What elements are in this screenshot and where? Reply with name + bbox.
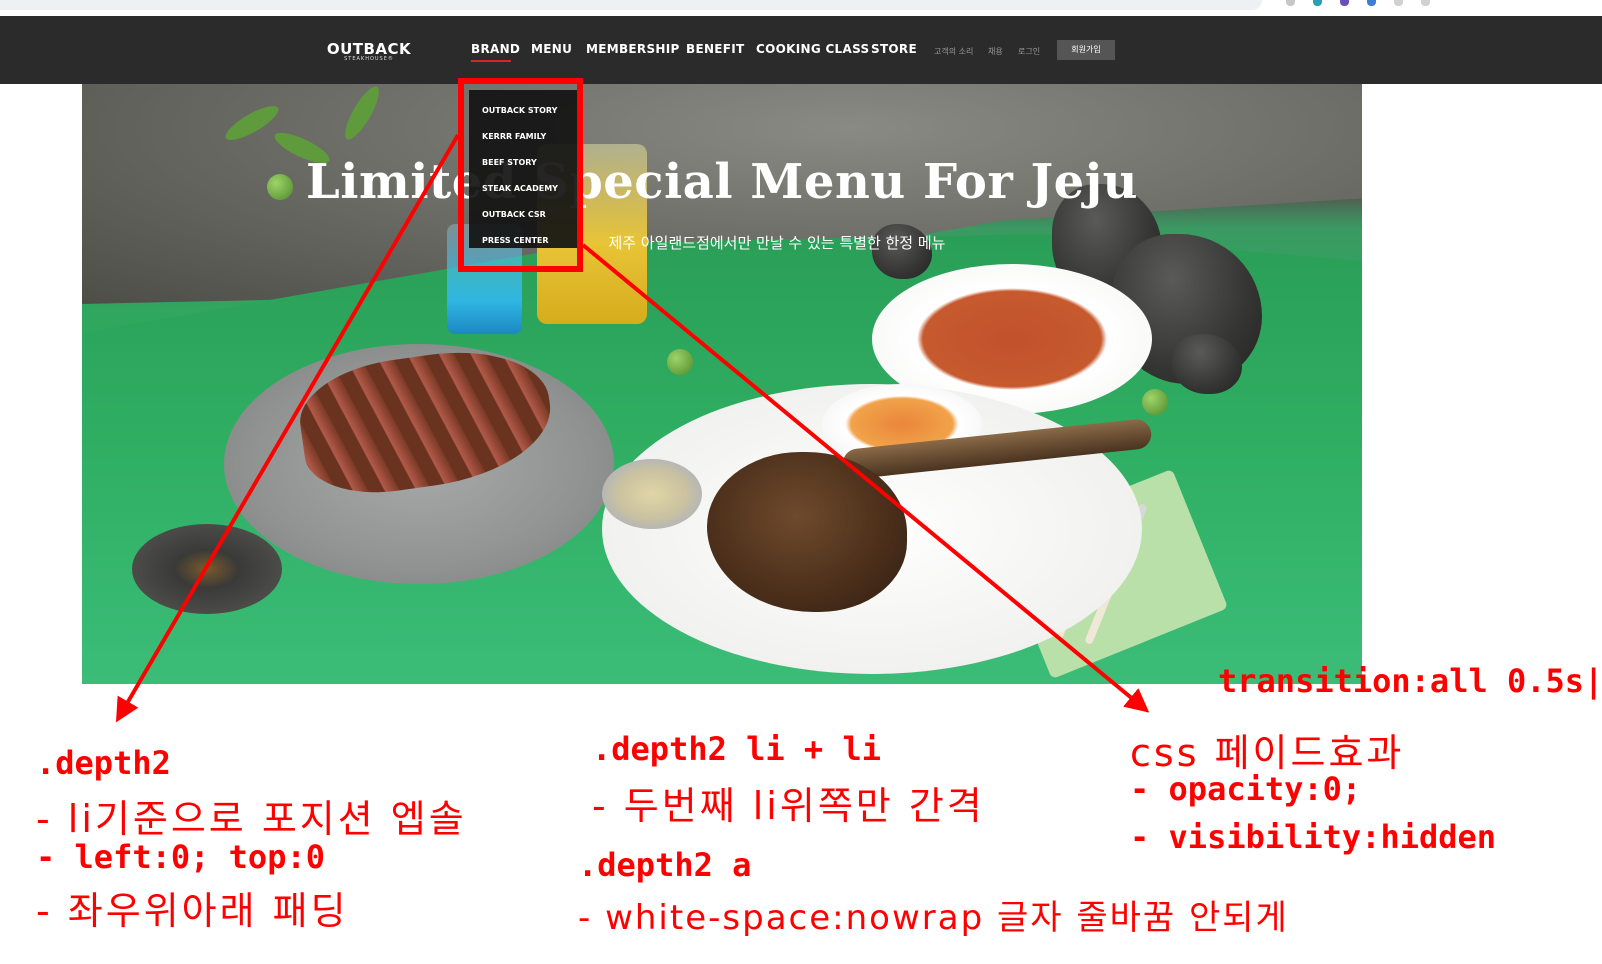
screenshot-stage: OUTBACK STEAKHOUSE® BRAND MENU MEMBERSHI… [0, 0, 1602, 964]
note-anchor-heading: .depth2 a [578, 846, 752, 884]
note-fade-heading: css 페이드효과 [1130, 731, 1405, 775]
side-cup-image [602, 459, 702, 529]
note-anchor-line: - white-space:nowrap 글자 줄바꿈 안되게 [578, 898, 1289, 938]
nav-item-menu[interactable]: MENU [531, 42, 572, 56]
browser-extensions [1286, 0, 1430, 10]
hero-subtitle: 제주 아일랜드점에서만 만날 수 있는 특별한 한정 메뉴 [608, 234, 946, 252]
extension-icon[interactable] [1340, 0, 1349, 6]
note-depth2-line: - left:0; top:0 [36, 838, 325, 876]
nav-item-membership[interactable]: MEMBERSHIP [586, 42, 680, 56]
note-depth2-heading: .depth2 [36, 744, 171, 782]
hero-banner[interactable]: Limited Special Menu For Jeju 제주 아일랜드점에서… [82, 84, 1362, 684]
extension-icon[interactable] [1286, 0, 1295, 6]
browser-toolbar [0, 0, 1602, 16]
util-link-voice[interactable]: 고객의 소리 [934, 46, 973, 57]
hero-title: Limited Special Menu For Jeju [306, 154, 1138, 210]
active-nav-underline [471, 60, 511, 62]
note-li-gap-line: - 두번째 li위쪽만 간격 [592, 784, 985, 828]
note-li-gap-heading: .depth2 li + li [592, 730, 881, 768]
note-depth2-line: - 좌우위아래 패딩 [36, 889, 349, 933]
extension-icon[interactable] [1313, 0, 1322, 6]
note-depth2-line: - li기준으로 포지션 엡솔 [36, 797, 467, 841]
extension-icon[interactable] [1394, 0, 1403, 6]
nav-item-benefit[interactable]: BENEFIT [686, 42, 745, 56]
util-link-login[interactable]: 로그인 [1018, 46, 1040, 57]
note-fade-line: - opacity:0; [1130, 770, 1362, 808]
lime-decoration [667, 349, 693, 375]
annotation-highlight-box [458, 78, 583, 272]
join-button[interactable]: 회원가입 [1057, 40, 1115, 60]
address-bar[interactable] [0, 0, 1262, 10]
outback-logo[interactable]: OUTBACK STEAKHOUSE® [326, 40, 412, 63]
note-transition: transition:all 0.5s| [1218, 662, 1602, 700]
site-header: OUTBACK STEAKHOUSE® BRAND MENU MEMBERSHI… [0, 16, 1602, 84]
lime-decoration [1142, 389, 1168, 415]
nav-item-cooking-class[interactable]: COOKING CLASS [756, 42, 869, 56]
util-link-careers[interactable]: 채용 [988, 46, 1003, 57]
nav-item-store[interactable]: STORE [871, 42, 917, 56]
note-fade-line: - visibility:hidden [1130, 818, 1497, 856]
nav-item-brand[interactable]: BRAND [471, 42, 520, 56]
sauce-bowl-image [132, 524, 282, 614]
extension-icon[interactable] [1421, 0, 1430, 6]
extension-icon[interactable] [1367, 0, 1376, 6]
logo-wordmark: OUTBACK [326, 40, 412, 58]
